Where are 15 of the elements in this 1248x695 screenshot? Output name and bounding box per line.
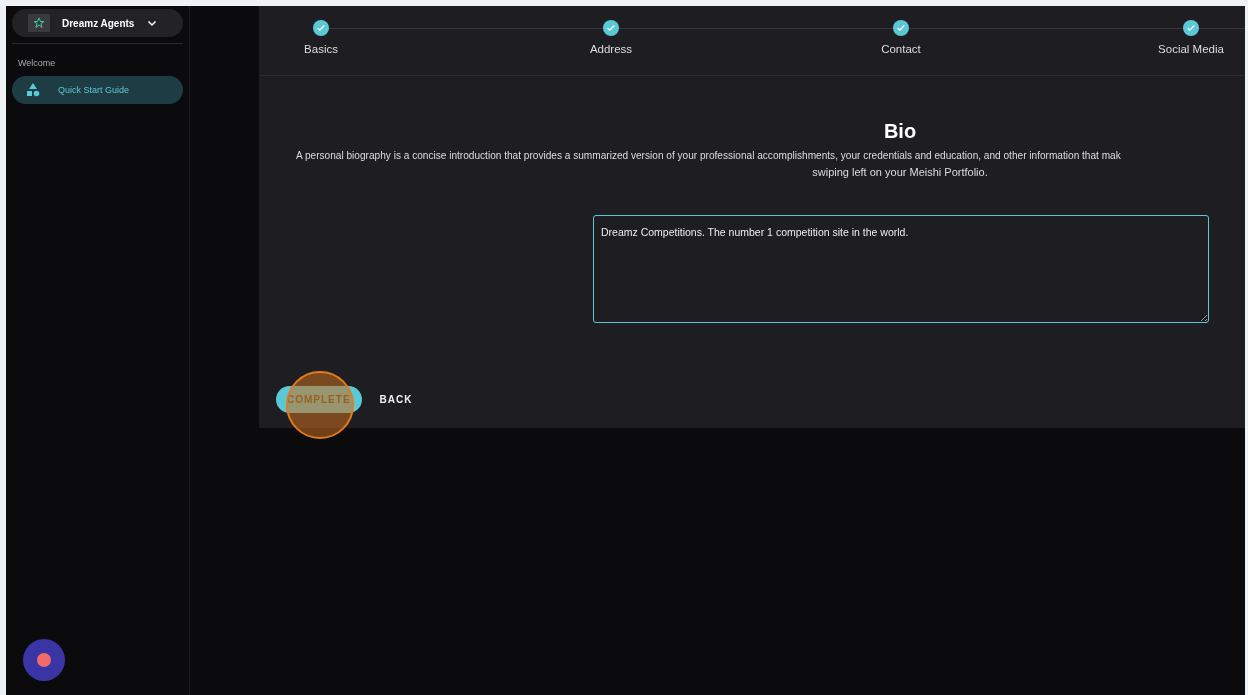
section-title: Bio	[882, 120, 918, 143]
step-label: Contact	[881, 43, 921, 55]
step-label: Social Media	[1158, 43, 1224, 55]
step-label: Address	[589, 43, 633, 55]
back-button[interactable]: BACK	[373, 393, 419, 406]
nav-item[interactable]: Quick Start Guide	[12, 76, 183, 104]
section-label: Welcome	[18, 58, 57, 68]
bio-input[interactable]: Dreamz Competitions. The number 1 competition site in the world.	[593, 215, 1209, 323]
step-label: Basics	[304, 43, 338, 55]
workspace-switcher[interactable]: Dreamz Agents	[12, 9, 183, 37]
workspace-logo-icon	[28, 14, 50, 32]
help-launcher-button[interactable]	[23, 639, 65, 681]
description-text: swiping left on your Meishi Portfolio.	[811, 165, 989, 180]
shapes-icon	[26, 83, 40, 97]
description-text: A personal biography is a concise introduction that provides a summarized version of your professional accomplishments, your credentials and education, and other information that mak	[295, 149, 1122, 163]
